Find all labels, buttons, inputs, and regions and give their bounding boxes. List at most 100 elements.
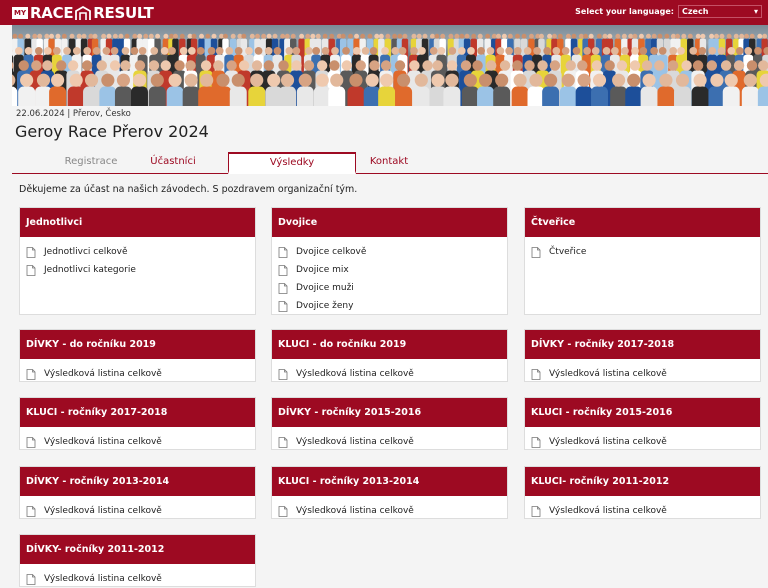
result-card: DÍVKY - ročníky 2015-2016 Výsledková list… [271,397,508,450]
result-link-label: Dvojice celkově [296,247,367,257]
card-list: Výsledková listina celkově [525,359,760,383]
document-icon [278,436,288,448]
result-link[interactable]: Výsledková listina celkově [531,433,760,451]
event-banner-image [12,25,768,106]
document-icon [531,368,541,380]
document-icon [278,246,288,258]
card-title: Čtveřice [525,208,760,237]
result-card: KLUCI - ročníky 2015-2016 Výsledková list… [524,397,761,450]
language-value: Czech [682,7,709,16]
card-list: Výsledková listina celkově [272,427,507,451]
card-list: Výsledková listina celkově [20,496,255,520]
intro-text: Děkujeme za účast na našich závodech. S … [19,184,358,195]
document-icon [278,264,288,276]
result-link-label: Dvojice mix [296,265,349,275]
document-icon [278,505,288,517]
result-link-label: Jednotlivci celkově [44,247,128,257]
logo-result: RESULT [93,4,154,22]
card-list: Výsledková listina celkově [20,359,255,383]
card-title: KLUCI - ročníky 2015-2016 [525,398,760,427]
result-link-label: Dvojice muži [296,283,354,293]
card-title: DÍVKY - ročníky 2015-2016 [272,398,507,427]
tab-kontakt[interactable]: Kontakt [325,152,453,173]
result-card: Jednotlivci Jednotlivci celkově Jednotlivc… [19,207,256,315]
card-title: DÍVKY - ročníky 2017-2018 [525,330,760,359]
logo-my: MY [12,7,29,19]
result-card: KLUCI - do ročníku 2019 Výsledková listin… [271,329,508,382]
result-link[interactable]: Dvojice muži [278,279,507,297]
card-list: Výsledková listina celkově [20,427,255,451]
result-link[interactable]: Výsledková listina celkově [26,502,255,520]
card-title: KLUCI - ročníky 2013-2014 [272,467,507,496]
result-link[interactable]: Dvojice celkově [278,243,507,261]
result-link[interactable]: Výsledková listina celkově [278,433,507,451]
result-link[interactable]: Dvojice mix [278,261,507,279]
result-card: DÍVKY - do ročníku 2019 Výsledková listin… [19,329,256,382]
result-link[interactable]: Jednotlivci celkově [26,243,255,261]
document-icon [26,573,36,585]
result-link-label: Výsledková listina celkově [44,506,162,516]
page-title: Geroy Race Přerov 2024 [15,122,209,141]
document-icon [26,368,36,380]
event-date-location: 22.06.2024 | Přerov, Česko [16,109,131,119]
result-link-label: Výsledková listina celkově [296,437,414,447]
result-card: KLUCI- ročníky 2011-2012 Výsledková listi… [524,466,761,519]
result-link-label: Výsledková listina celkově [549,506,667,516]
result-link[interactable]: Výsledková listina celkově [278,502,507,520]
result-card: DÍVKY - ročníky 2017-2018 Výsledková list… [524,329,761,382]
result-link-label: Výsledková listina celkově [44,437,162,447]
document-icon [26,246,36,258]
card-list: Výsledková listina celkově [525,496,760,520]
result-link[interactable]: Výsledková listina celkově [26,570,255,588]
card-list: Výsledková listina celkově [20,564,255,588]
language-selector: Select your language: Czech ▾ [575,5,762,18]
chevron-down-icon: ▾ [753,7,758,16]
card-title: DÍVKY - do ročníku 2019 [20,330,255,359]
result-card: Čtveřice Čtveřice [524,207,761,315]
result-card: KLUCI - ročníky 2017-2018 Výsledková list… [19,397,256,450]
result-card: DÍVKY - ročníky 2013-2014 Výsledková list… [19,466,256,519]
language-label: Select your language: [575,7,674,16]
result-link[interactable]: Jednotlivci kategorie [26,261,255,279]
result-link[interactable]: Výsledková listina celkově [531,365,760,383]
document-icon [531,505,541,517]
result-link-label: Výsledková listina celkově [549,437,667,447]
card-title: DÍVKY - ročníky 2013-2014 [20,467,255,496]
logo-mark-icon [75,5,92,20]
result-card: Dvojice Dvojice celkově Dvojice mix Dvojice… [271,207,508,315]
result-link-label: Výsledková listina celkově [44,574,162,584]
result-link-label: Výsledková listina celkově [549,369,667,379]
document-icon [278,282,288,294]
result-link-label: Dvojice ženy [296,301,354,311]
result-link[interactable]: Výsledková listina celkově [531,502,760,520]
result-link[interactable]: Čtveřice [531,243,760,261]
document-icon [531,436,541,448]
card-list: Čtveřice [525,237,760,261]
document-icon [26,505,36,517]
tab-bar: Registrace Účastníci Výsledky Kontakt [12,152,768,174]
result-link-label: Výsledková listina celkově [296,506,414,516]
card-title: KLUCI- ročníky 2011-2012 [525,467,760,496]
result-link[interactable]: Výsledková listina celkově [278,365,507,383]
card-list: Výsledková listina celkově [525,427,760,451]
language-select[interactable]: Czech ▾ [678,5,762,18]
result-link[interactable]: Dvojice ženy [278,297,507,315]
card-list: Dvojice celkově Dvojice mix Dvojice muži Dv… [272,237,507,315]
result-link-label: Čtveřice [549,247,587,257]
result-link-label: Jednotlivci kategorie [44,265,136,275]
card-title: DÍVKY- ročníky 2011-2012 [20,535,255,564]
card-list: Výsledková listina celkově [272,496,507,520]
my-race-result-logo[interactable]: MY RACE RESULT [12,5,154,21]
result-link[interactable]: Výsledková listina celkově [26,433,255,451]
logo-race: RACE [30,4,74,22]
card-list: Jednotlivci celkově Jednotlivci kategorie [20,237,255,279]
card-title: KLUCI - do ročníku 2019 [272,330,507,359]
result-card: KLUCI - ročníky 2013-2014 Výsledková list… [271,466,508,519]
result-link[interactable]: Výsledková listina celkově [26,365,255,383]
result-link-label: Výsledková listina celkově [296,369,414,379]
document-icon [278,300,288,312]
result-card: DÍVKY- ročníky 2011-2012 Výsledková listi… [19,534,256,587]
tab-ucastnici[interactable]: Účastníci [109,152,237,173]
document-icon [278,368,288,380]
card-title: KLUCI - ročníky 2017-2018 [20,398,255,427]
